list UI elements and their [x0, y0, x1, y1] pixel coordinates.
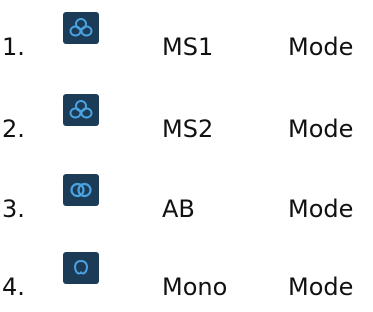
mode-item-ms1: 1. MS1 Mode	[0, 12, 373, 72]
mode-item-ms2: 2. MS2 Mode	[0, 94, 373, 154]
mode-suffix: Mode	[288, 115, 354, 143]
mode-suffix: Mode	[288, 273, 354, 301]
mode-name: MS2	[162, 115, 214, 143]
mode-item-ab: 3. AB Mode	[0, 174, 373, 234]
mode-suffix: Mode	[288, 33, 354, 61]
mode-list: 1. MS1 Mode 2. MS2 Mode 3. AB Mode 4. Mo…	[0, 0, 373, 302]
ms1-mic-pattern-icon	[63, 12, 99, 44]
mode-item-mono: 4. Mono Mode	[0, 252, 373, 312]
mode-suffix: Mode	[288, 195, 354, 223]
item-number: 2.	[2, 115, 25, 143]
item-number: 1.	[2, 33, 25, 61]
ms2-mic-pattern-icon	[63, 94, 99, 126]
mode-name: MS1	[162, 33, 214, 61]
mode-name: AB	[162, 195, 195, 223]
mono-mic-pattern-icon	[63, 252, 99, 284]
mode-name: Mono	[162, 273, 228, 301]
ab-mic-pattern-icon	[63, 174, 99, 206]
item-number: 3.	[2, 195, 25, 223]
item-number: 4.	[2, 273, 25, 301]
